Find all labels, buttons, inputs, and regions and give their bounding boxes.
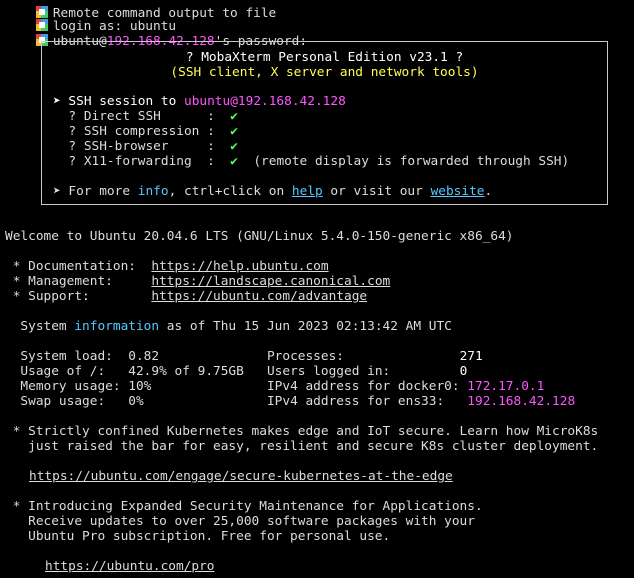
banner-item-ssh-browser: ? SSH-browser : ✔ xyxy=(53,139,238,154)
help-link[interactable]: help xyxy=(292,184,323,199)
pro-link-line: https://ubuntu.com/pro xyxy=(45,559,215,574)
banner-item-direct-ssh: ? Direct SSH : ✔ xyxy=(53,109,238,124)
k8s-line-1: * Strictly confined Kubernetes makes edg… xyxy=(5,424,599,439)
doc-label: * Documentation: xyxy=(5,259,152,274)
stats-row-usage: Usage of /: 42.9% of 9.75GB Users logged… xyxy=(5,364,467,379)
welcome-line: Welcome to Ubuntu 20.04.6 LTS (GNU/Linux… xyxy=(5,229,514,244)
stats-row-load: System load: 0.82 Processes: 271 xyxy=(5,349,483,364)
doc-link-line: * Documentation: https://help.ubuntu.com xyxy=(5,259,329,274)
stat-left: Memory usage: 10% xyxy=(5,379,267,394)
esm-line-1: * Introducing Expanded Security Maintena… xyxy=(5,499,483,514)
ssh-session-line: ➤ SSH session to ubuntu@192.168.42.128 xyxy=(53,94,346,109)
check-icon: ✔ xyxy=(230,139,238,154)
banner-title: ? MobaXterm Personal Edition v23.1 ? xyxy=(185,50,464,65)
docker0-ip: 172.17.0.1 xyxy=(467,379,545,394)
more-prefix: ➤ For more xyxy=(53,184,138,199)
k8s-line-2: just raised the bar for easy, resilient … xyxy=(5,439,599,454)
more-or: or visit our xyxy=(322,184,431,199)
banner-subtitle: (SSH client, X server and network tools) xyxy=(170,65,479,80)
stats-row-memory: Memory usage: 10% IPv4 address for docke… xyxy=(5,379,544,394)
support-link[interactable]: https://ubuntu.com/advantage xyxy=(151,289,367,304)
stat-right-label: IPv4 address for docker0: xyxy=(266,379,468,394)
mgmt-label: * Management: xyxy=(5,274,152,289)
k8s-link-line: https://ubuntu.com/engage/secure-kuberne… xyxy=(29,469,453,484)
website-link[interactable]: website xyxy=(431,184,485,199)
item-note: (remote display is forwarded through SSH… xyxy=(237,154,570,169)
info-word: info xyxy=(137,184,169,199)
documentation-link[interactable]: https://help.ubuntu.com xyxy=(151,259,328,274)
stat-left: System load: 0.82 xyxy=(5,349,267,364)
more-info-line: ➤ For more info, ctrl+click on help or v… xyxy=(53,184,492,199)
item-label: ? SSH-browser : xyxy=(53,139,231,154)
stat-value: 0 xyxy=(459,364,468,379)
more-mid: , ctrl+click on xyxy=(168,184,292,199)
stat-right-label: Users logged in: xyxy=(266,364,460,379)
check-icon: ✔ xyxy=(230,124,238,139)
stat-right-label: IPv4 address for ens33: xyxy=(266,394,468,409)
item-label: ? Direct SSH : xyxy=(53,109,231,124)
support-label: * Support: xyxy=(5,289,152,304)
support-link-line: * Support: https://ubuntu.com/advantage xyxy=(5,289,367,304)
ens33-ip: 192.168.42.128 xyxy=(467,394,576,409)
management-link[interactable]: https://landscape.canonical.com xyxy=(151,274,390,289)
check-icon: ✔ xyxy=(230,109,238,124)
ubuntu-pro-link[interactable]: https://ubuntu.com/pro xyxy=(45,559,215,574)
mobaxterm-banner-box: ? MobaXterm Personal Edition v23.1 ? (SS… xyxy=(41,41,608,205)
banner-item-ssh-compression: ? SSH compression : ✔ xyxy=(53,124,238,139)
item-label: ? SSH compression : xyxy=(53,124,231,139)
sysinfo-line: System information as of Thu 15 Jun 2023… xyxy=(5,319,452,334)
stat-value: 271 xyxy=(459,349,483,364)
sysinfo-suffix: as of Thu 15 Jun 2023 02:13:42 AM UTC xyxy=(159,319,452,334)
esm-line-3: Ubuntu Pro subscription. Free for person… xyxy=(5,529,391,544)
check-icon: ✔ xyxy=(230,154,238,169)
information-word: information xyxy=(74,319,160,334)
more-end: . xyxy=(484,184,493,199)
mgmt-link-line: * Management: https://landscape.canonica… xyxy=(5,274,391,289)
terminal-window[interactable]: Remote command output to file login as: … xyxy=(0,0,634,578)
banner-item-x11-forwarding: ? X11-forwarding : ✔ (remote display is … xyxy=(53,154,569,169)
stat-left: Swap usage: 0% xyxy=(5,394,267,409)
ssh-session-target: ubuntu@192.168.42.128 xyxy=(183,94,346,109)
stats-row-swap: Swap usage: 0% IPv4 address for ens33: 1… xyxy=(5,394,575,409)
sysinfo-prefix: System xyxy=(5,319,75,334)
ssh-session-label: ➤ SSH session to xyxy=(53,94,184,109)
k8s-link[interactable]: https://ubuntu.com/engage/secure-kuberne… xyxy=(29,469,453,484)
item-label: ? X11-forwarding : xyxy=(53,154,231,169)
stat-right-label: Processes: xyxy=(266,349,460,364)
esm-line-2: Receive updates to over 25,000 software … xyxy=(5,514,475,529)
stat-left: Usage of /: 42.9% of 9.75GB xyxy=(5,364,267,379)
